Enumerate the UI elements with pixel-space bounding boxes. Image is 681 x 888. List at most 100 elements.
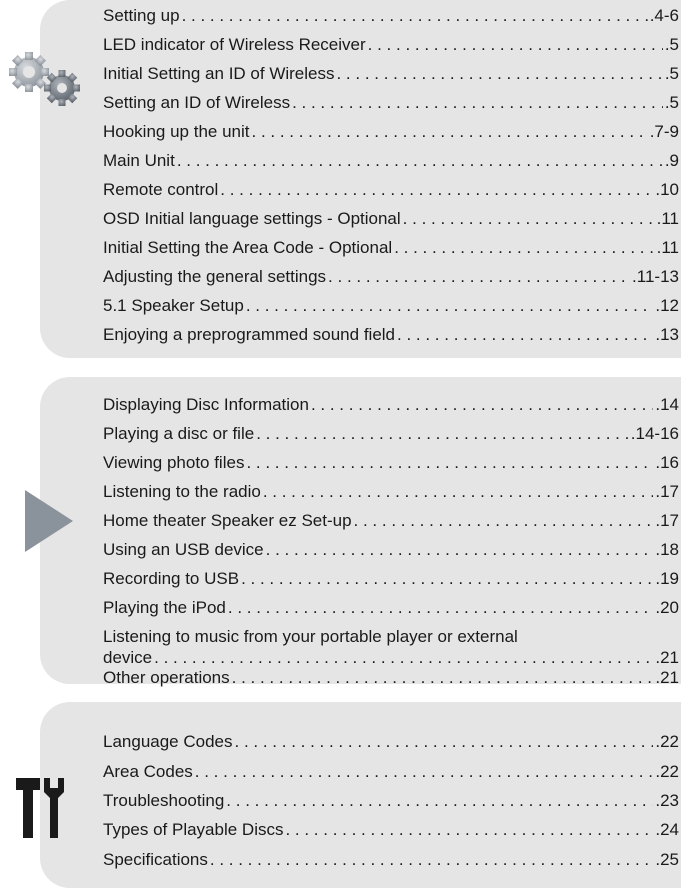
toc-entry-page: .23 (655, 791, 679, 810)
toc-entry-page: .5 (664, 93, 679, 112)
toc-entry-page: .11 (656, 238, 679, 257)
toc-entry[interactable]: Troubleshooting .23 (103, 791, 679, 811)
toc-entry[interactable]: Setting up .4-6 (103, 6, 679, 26)
toc-entry-label: Setting up (103, 6, 180, 25)
toc-entry-page: .4-6 (649, 6, 679, 25)
toc-entry-page: .10 (655, 180, 679, 199)
leader-dots (232, 668, 654, 688)
toc-entry[interactable]: Adjusting the general settings .11-13 (103, 267, 679, 287)
toc-entry-label: OSD Initial language settings - Optional (103, 209, 401, 228)
toc-entry[interactable]: Initial Setting an ID of Wireless .5 (103, 64, 679, 84)
toc-entry-page: .14 (655, 395, 679, 414)
toc-entry[interactable]: Displaying Disc Information .14 (103, 395, 679, 415)
toc-entry-page: .16 (655, 453, 679, 472)
toc-entry[interactable]: Hooking up the unit .7-9 (103, 122, 679, 142)
toc-entry-page: .18 (655, 540, 679, 559)
toc-entry-page: .14-16 (630, 424, 679, 443)
toc-entry[interactable]: Listening to the radio .17 (103, 482, 679, 502)
toc-entry-label-line1: Listening to music from your portable pl… (103, 627, 518, 646)
toc-entry-page: .22 (655, 762, 679, 781)
toc-entry-page: .13 (655, 325, 679, 344)
gears-icon (9, 52, 80, 106)
toc-entry-page: .17 (655, 482, 679, 501)
leader-dots (311, 395, 653, 415)
toc-entry-label: Listening to the radio (103, 482, 261, 501)
toc-entry-label: Home theater Speaker ez Set-up (103, 511, 352, 530)
play-icon (25, 490, 73, 552)
toc-entry[interactable]: Recording to USB .19 (103, 569, 679, 589)
toc-entry[interactable]: Initial Setting the Area Code - Optional… (103, 238, 679, 258)
toc-entry-label: Types of Playable Discs (103, 820, 284, 839)
toc-section-playback: Displaying Disc Information .14 Playing a… (40, 377, 681, 687)
toc-entry-page: .11-13 (632, 267, 679, 286)
leader-dots (266, 540, 654, 560)
toc-entry[interactable]: Playing a disc or file .14-16 (103, 424, 679, 444)
toc-entry[interactable]: Other operations .21 (103, 668, 679, 688)
toc-section-setup: Setting up .4-6 LED indicator of Wireless… (40, 0, 681, 358)
leader-dots (235, 732, 654, 752)
toc-entry-page: .20 (655, 598, 679, 617)
toc-entry[interactable]: Enjoying a preprogrammed sound field .13 (103, 325, 679, 345)
toc-entry[interactable]: Using an USB device .18 (103, 540, 679, 560)
leader-dots (256, 424, 629, 444)
toc-entry-page: .19 (655, 569, 679, 588)
toc-entry[interactable]: 5.1 Speaker Setup .12 (103, 296, 679, 316)
toc-entry[interactable]: Playing the iPod .20 (103, 598, 679, 618)
leader-dots (154, 648, 653, 668)
toc-entry-label: Initial Setting an ID of Wireless (103, 64, 335, 83)
toc-entry[interactable]: Setting an ID of Wireless .5 (103, 93, 679, 113)
toc-entry-page: .21 (655, 668, 679, 687)
toc-entry-label: Other operations (103, 668, 230, 687)
toc-entry[interactable]: OSD Initial language settings - Optional… (103, 209, 679, 229)
toc-entry-page: .12 (655, 296, 679, 315)
toc-entry-label: Playing the iPod (103, 598, 226, 617)
leader-dots (354, 511, 654, 531)
leader-dots (226, 791, 653, 811)
toc-entry-label: Playing a disc or file (103, 424, 255, 443)
leader-dots (336, 64, 662, 84)
leader-dots (328, 267, 630, 287)
leader-dots (252, 122, 648, 142)
toc-entry[interactable]: Area Codes .22 (103, 762, 679, 782)
leader-dots (394, 238, 654, 258)
toc-section-reference: Language Codes .22 Area Codes .22 Troubles… (40, 702, 681, 888)
toc-entry-page: .9 (664, 151, 679, 170)
toc-entry-page: .5 (664, 64, 679, 83)
toc-entry[interactable]: Listening to music from your portable pl… (103, 627, 679, 668)
toc-entry-label: Recording to USB (103, 569, 240, 588)
toc-entry[interactable]: Remote control .10 (103, 180, 679, 200)
toc-entry-label: Remote control (103, 180, 219, 199)
leader-dots (263, 482, 654, 502)
toc-entry-page: .5 (664, 35, 679, 54)
toc-entry-page: .21 (655, 648, 679, 667)
leader-dots (177, 151, 663, 171)
toc-entry[interactable]: Types of Playable Discs .24 (103, 820, 679, 840)
tools-icon (16, 778, 64, 838)
toc-entry-label: Displaying Disc Information (103, 395, 309, 414)
toc-entry-label: device (103, 648, 153, 667)
leader-dots (397, 325, 653, 345)
toc-entry[interactable]: Specifications .25 (103, 850, 679, 870)
toc-entry-label: Using an USB device (103, 540, 264, 559)
toc-entry-page: .11 (656, 209, 679, 228)
leader-dots (241, 569, 653, 589)
toc-entry-label: Setting an ID of Wireless (103, 93, 291, 112)
leader-dots (292, 93, 663, 113)
leader-dots (368, 35, 663, 55)
toc-entry-label: Initial Setting the Area Code - Optional (103, 238, 393, 257)
toc-entry[interactable]: Main Unit .9 (103, 151, 679, 171)
toc-entry[interactable]: Language Codes .22 (103, 732, 679, 752)
leader-dots (228, 598, 653, 618)
leader-dots (210, 850, 653, 870)
toc-entry[interactable]: LED indicator of Wireless Receiver .5 (103, 35, 679, 55)
toc-entry-label: Main Unit (103, 151, 175, 170)
toc-entry-page: .22 (655, 732, 679, 751)
leader-dots (195, 762, 654, 782)
toc-entry[interactable]: Viewing photo files .16 (103, 453, 679, 473)
toc-entry-page: .24 (655, 820, 679, 839)
toc-entry-label: Specifications (103, 850, 208, 869)
leader-dots (285, 820, 653, 840)
leader-dots (182, 6, 648, 26)
toc-entry[interactable]: Home theater Speaker ez Set-up .17 (103, 511, 679, 531)
leader-dots (403, 209, 655, 229)
